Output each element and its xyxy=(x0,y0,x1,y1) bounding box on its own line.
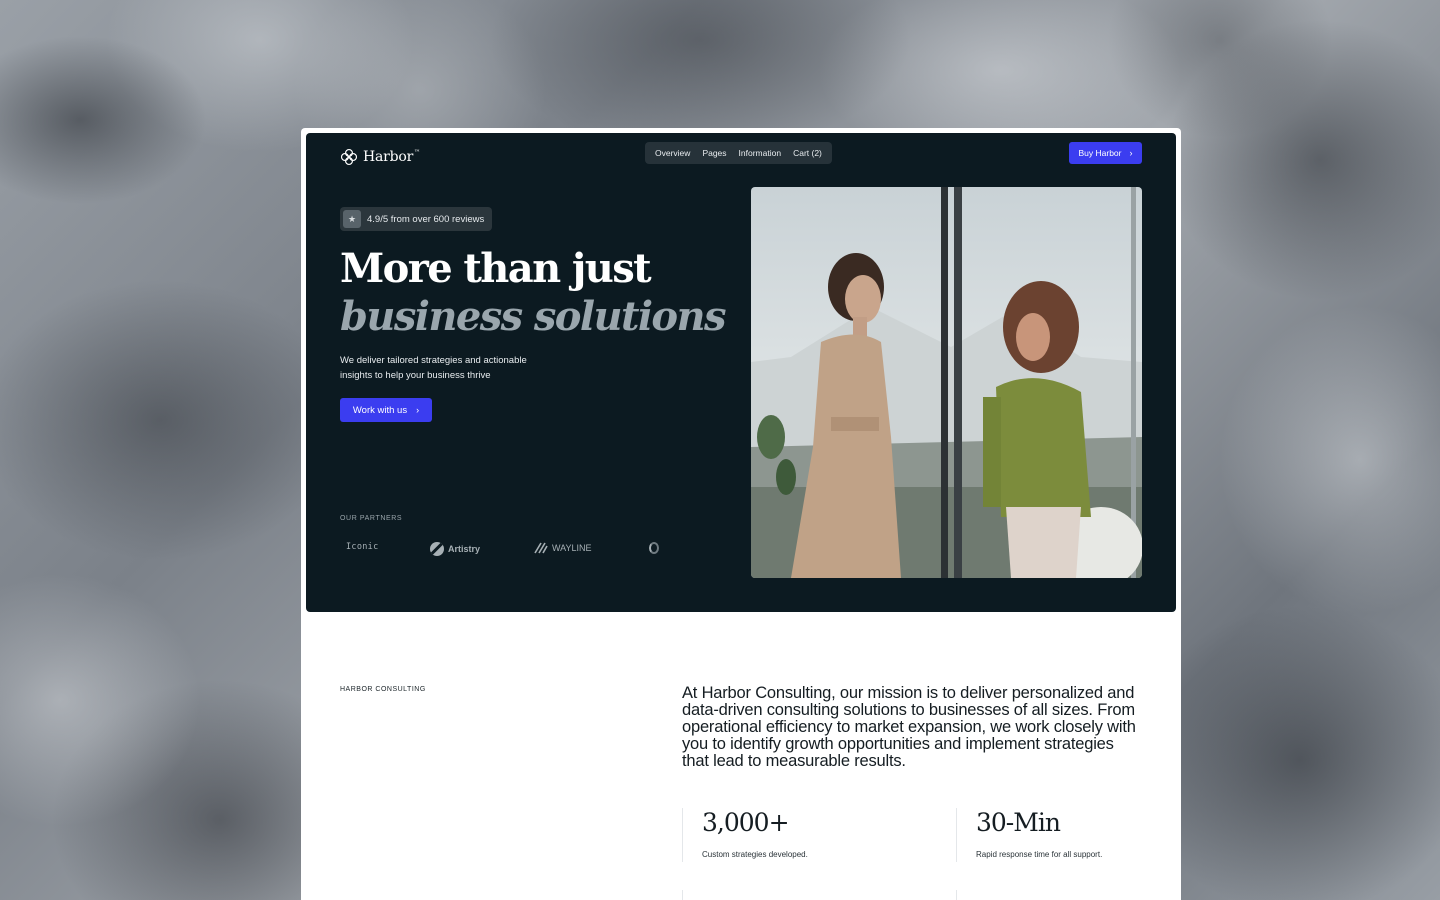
cta-label: Work with us xyxy=(352,404,408,416)
hero-photo xyxy=(751,187,1142,578)
section-label: HARBOR CONSULTING xyxy=(340,686,426,693)
rating-badge: ★ 4.9/5 from over 600 reviews xyxy=(340,207,493,231)
buy-harbor-button[interactable]: Buy Harbor › xyxy=(1069,142,1142,164)
stat-value: 3,000+ xyxy=(702,808,790,837)
hero-section: Harbor™ Overview Pages Information Cart … xyxy=(306,133,1176,612)
nav-item-pages[interactable]: Pages xyxy=(696,148,732,158)
stat-caption: Rapid response time for all support. xyxy=(976,850,1103,859)
chevron-right-icon: › xyxy=(1129,148,1133,158)
work-with-us-button[interactable]: Work with us › xyxy=(340,398,432,422)
stat-strategies: 3,000+ Custom strategies developed. xyxy=(682,808,808,862)
buy-button-label: Buy Harbor xyxy=(1078,148,1122,158)
main-nav: Overview Pages Information Cart (2) xyxy=(645,142,832,164)
two-women-photo-illustration xyxy=(751,187,1142,578)
slashed-disc-icon xyxy=(430,542,444,556)
headline-line-2: business solutions xyxy=(340,293,727,340)
partner-logo-artistry: Artistry xyxy=(430,542,480,556)
star-icon: ★ xyxy=(343,210,361,228)
nav-item-overview[interactable]: Overview xyxy=(649,148,696,158)
brand-name: Harbor™ xyxy=(363,149,420,165)
headline-line-1: More than just xyxy=(340,245,652,292)
clover-logo-icon xyxy=(340,148,358,166)
stat-partial-3 xyxy=(682,890,702,900)
partner-logo-wayline: WAYLINE xyxy=(534,542,592,554)
half-disc-icon xyxy=(649,542,659,554)
partner-logo-iconic: Iconic xyxy=(346,542,379,552)
nav-item-cart[interactable]: Cart (2) xyxy=(787,148,828,158)
stat-value: 30-Min xyxy=(976,808,1061,837)
hero-subtext: We deliver tailored strategies and actio… xyxy=(340,355,527,381)
mission-statement: At Harbor Consulting, our mission is to … xyxy=(682,684,1136,770)
hero-headline: More than just business solutions xyxy=(340,245,727,341)
chevron-right-icon: › xyxy=(416,405,420,415)
stat-partial-4 xyxy=(956,890,976,900)
partner-logo-fourth xyxy=(649,542,659,554)
stat-response-time: 30-Min Rapid response time for all suppo… xyxy=(956,808,1102,862)
brand-logo[interactable]: Harbor™ xyxy=(340,148,420,166)
rating-text: 4.9/5 from over 600 reviews xyxy=(367,213,485,225)
nav-item-information[interactable]: Information xyxy=(733,148,788,158)
slash-lines-icon xyxy=(534,542,548,554)
stat-caption: Custom strategies developed. xyxy=(702,850,808,859)
website-preview-frame: Harbor™ Overview Pages Information Cart … xyxy=(301,128,1181,900)
partners-label: OUR PARTNERS xyxy=(340,515,403,522)
